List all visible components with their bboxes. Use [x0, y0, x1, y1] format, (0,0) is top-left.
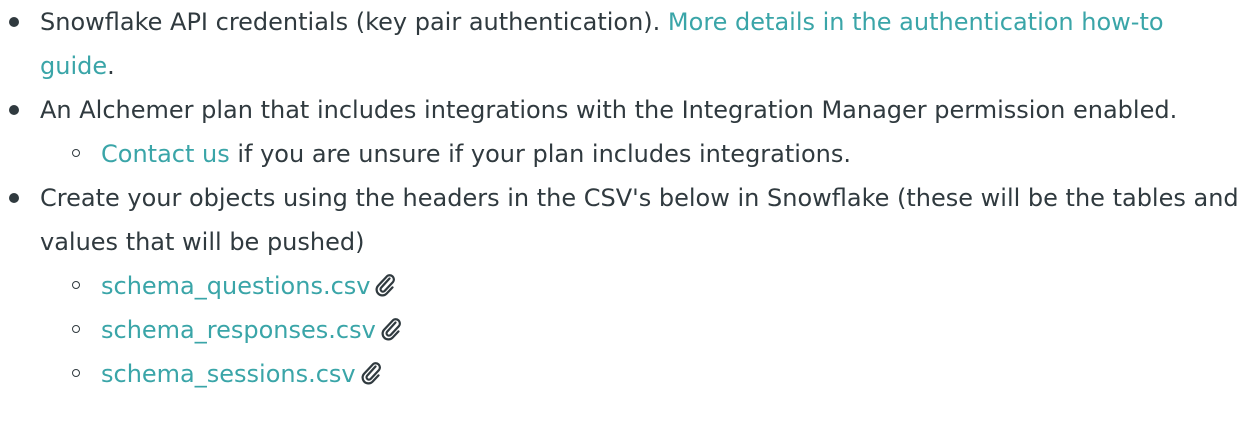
bullet-circle [72, 281, 80, 289]
contact-text: if you are unsure if your plan includes … [229, 140, 851, 168]
file-link-responses[interactable]: schema_responses.csv [101, 316, 376, 344]
plan-sublist: Contact us if you are unsure if your pla… [40, 132, 1242, 176]
bullet-circle [72, 325, 80, 333]
plan-text: An Alchemer plan that includes integrati… [40, 96, 1178, 124]
file-item: schema_sessions.csv [72, 352, 1242, 396]
list-item-plan: An Alchemer plan that includes integrati… [9, 88, 1242, 176]
file-link-sessions[interactable]: schema_sessions.csv [101, 360, 356, 388]
requirements-list: Snowflake API credentials (key pair auth… [0, 0, 1242, 396]
bullet-circle [72, 369, 80, 377]
requirements-content: Snowflake API credentials (key pair auth… [0, 0, 1242, 432]
sublist-item-contact: Contact us if you are unsure if your pla… [72, 132, 1242, 176]
bullet-disc [9, 105, 19, 115]
file-link-questions[interactable]: schema_questions.csv [101, 272, 370, 300]
paperclip-icon [380, 317, 402, 341]
file-item: schema_questions.csv [72, 264, 1242, 308]
paperclip-icon [374, 273, 396, 297]
bullet-disc [9, 17, 19, 27]
list-item-credentials: Snowflake API credentials (key pair auth… [9, 0, 1242, 88]
paperclip-icon [360, 361, 382, 385]
bullet-circle [72, 149, 80, 157]
file-item: schema_responses.csv [72, 308, 1242, 352]
credentials-text: Snowflake API credentials (key pair auth… [40, 8, 668, 36]
objects-text: Create your objects using the headers in… [40, 184, 1239, 256]
files-sublist: schema_questions.csv schema_responses.cs… [40, 264, 1242, 396]
contact-us-link[interactable]: Contact us [101, 140, 230, 168]
credentials-suffix: . [107, 52, 115, 80]
list-item-objects: Create your objects using the headers in… [9, 176, 1242, 396]
bullet-disc [9, 193, 19, 203]
